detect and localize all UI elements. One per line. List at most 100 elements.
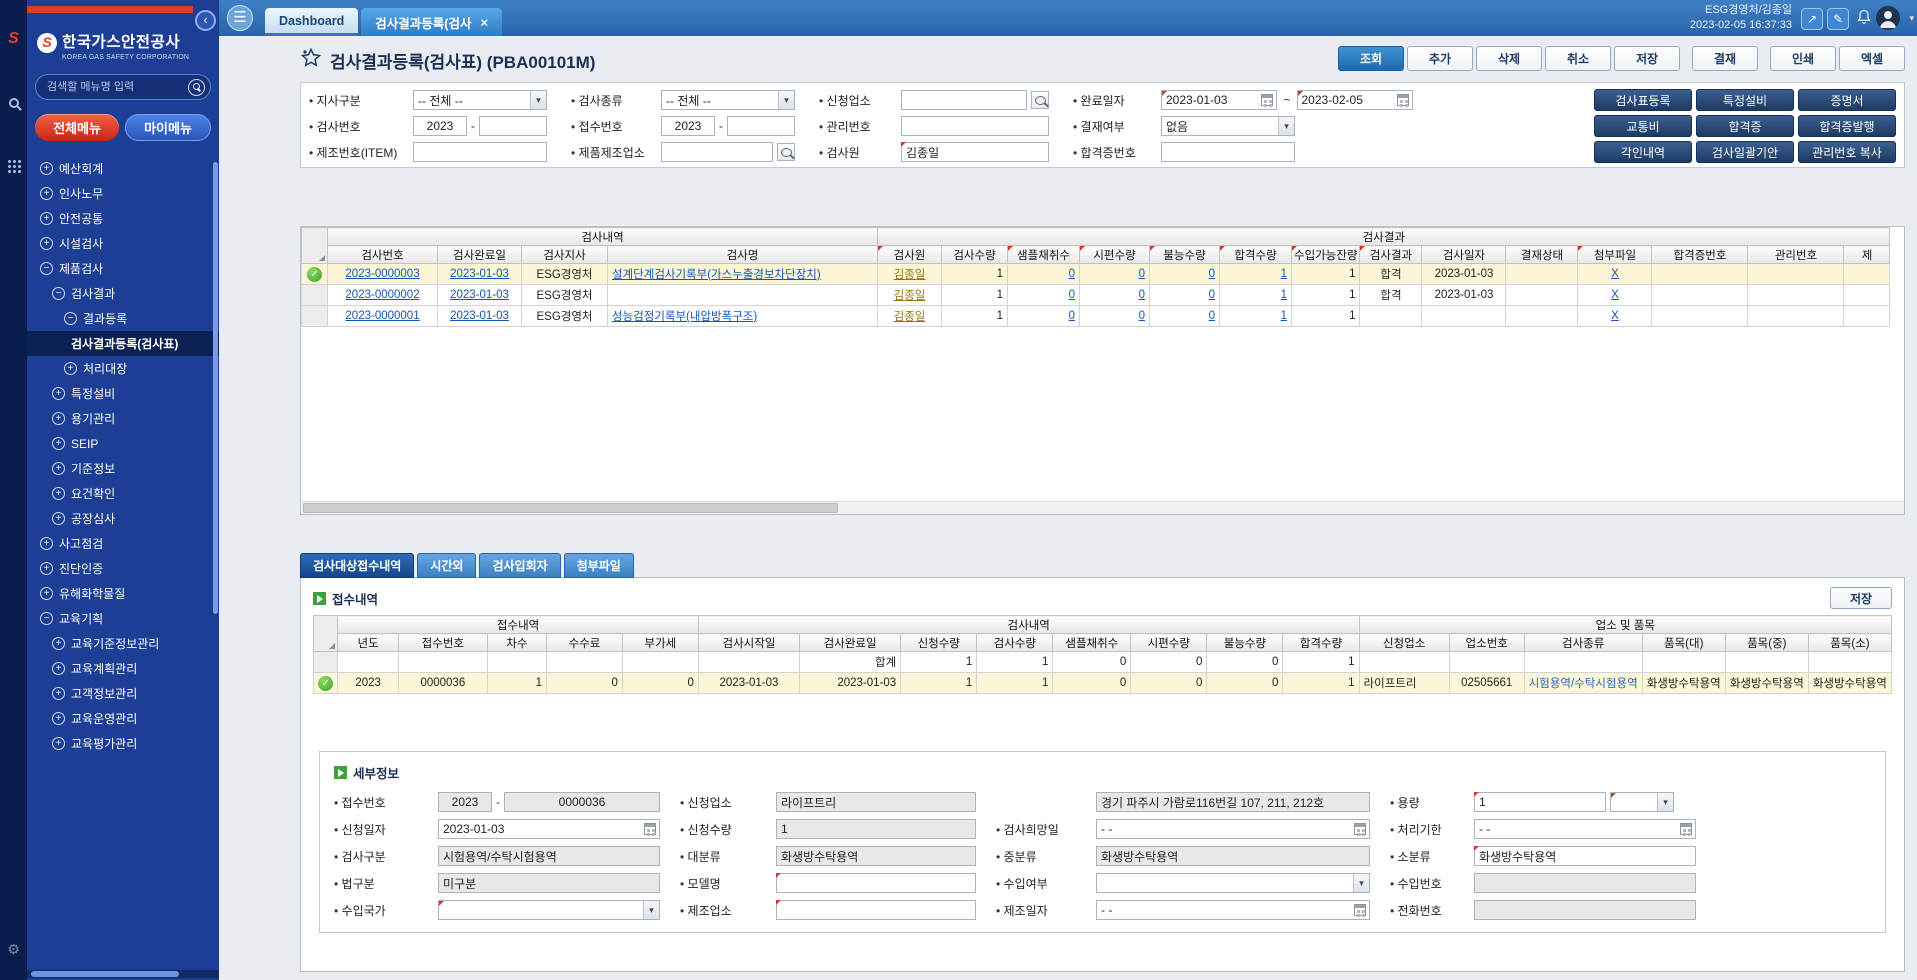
text-field[interactable] — [1096, 846, 1370, 866]
column-header[interactable]: 제 — [1844, 246, 1890, 264]
sidebar-item[interactable]: −검사결과 — [27, 281, 219, 306]
table-row[interactable]: ✓2023-00000032023-01-03ESG경영처설계단계검사기록부(가… — [302, 264, 1890, 285]
sidebar-item[interactable]: +예산회계 — [27, 156, 219, 181]
column-header[interactable]: 년도 — [338, 634, 399, 652]
plus-circle-icon[interactable]: + — [52, 737, 65, 750]
plus-circle-icon[interactable]: + — [52, 512, 65, 525]
text-field[interactable] — [776, 900, 976, 920]
date-field[interactable]: - - — [1474, 819, 1696, 839]
search-icon[interactable] — [1031, 91, 1049, 109]
plus-circle-icon[interactable]: + — [40, 237, 53, 250]
text-field[interactable] — [1161, 142, 1295, 162]
cell-link[interactable]: 0 — [1209, 289, 1215, 301]
column-header[interactable]: 시편수량 — [1131, 634, 1207, 652]
column-header[interactable]: 합격수량 — [1220, 246, 1292, 264]
date-field[interactable]: - - — [1096, 900, 1370, 920]
favorite-star-icon[interactable] — [300, 47, 322, 74]
plus-circle-icon[interactable]: + — [52, 712, 65, 725]
column-header[interactable]: 불능수량 — [1150, 246, 1220, 264]
cell-link[interactable]: 설계단계검사기록부(가스누출경보차단장치) — [612, 269, 821, 281]
cell[interactable]: 2023-01-03 — [438, 306, 522, 327]
plus-circle-icon[interactable]: + — [52, 387, 65, 400]
table-row[interactable]: 합계110001 — [314, 652, 1892, 673]
menu-search-icon[interactable] — [188, 79, 205, 96]
calendar-icon[interactable] — [644, 823, 656, 835]
plus-circle-icon[interactable]: + — [40, 537, 53, 550]
cell[interactable]: 0 — [1150, 285, 1220, 306]
toolbar-button[interactable]: 엑셀 — [1839, 46, 1905, 71]
plus-circle-icon[interactable]: + — [52, 662, 65, 675]
cell-link[interactable]: 0 — [1069, 310, 1075, 322]
select-field[interactable]: -- 전체 --▾ — [413, 90, 547, 110]
column-header[interactable]: 검사결과 — [1360, 246, 1422, 264]
toolbar-button[interactable]: 조회 — [1338, 46, 1404, 71]
toolbar-button[interactable]: 저장 — [1614, 46, 1680, 71]
cell-link[interactable]: 2023-01-03 — [450, 268, 509, 280]
table-row[interactable]: 2023-00000012023-01-03ESG경영처성능검정기록부(내압방폭… — [302, 306, 1890, 327]
cell[interactable]: X — [1578, 264, 1652, 285]
row-marker[interactable]: ✓ — [314, 673, 338, 694]
plus-circle-icon[interactable]: + — [52, 687, 65, 700]
tab-0[interactable]: Dashboard — [265, 8, 358, 36]
toolbar-button[interactable]: 추가 — [1407, 46, 1473, 71]
number-suffix-field[interactable] — [727, 116, 795, 136]
plus-circle-icon[interactable]: + — [40, 562, 53, 575]
cell-link[interactable]: 2023-0000002 — [345, 289, 419, 301]
action-button[interactable]: 합격증 — [1696, 115, 1794, 137]
text-field[interactable] — [1096, 792, 1370, 812]
column-header[interactable]: 첨부파일 — [1578, 246, 1652, 264]
cell-link[interactable]: 0 — [1139, 289, 1145, 301]
plus-circle-icon[interactable]: + — [64, 362, 77, 375]
number-prefix-field[interactable] — [413, 116, 467, 136]
column-header[interactable]: 부가세 — [622, 634, 698, 652]
sidebar-item[interactable]: +교육기준정보관리 — [27, 631, 219, 656]
cell-link[interactable]: 1 — [1281, 289, 1287, 301]
column-header[interactable]: 검사일자 — [1422, 246, 1506, 264]
column-header[interactable]: 검사지사 — [522, 246, 608, 264]
sidebar-item[interactable]: +진단인증 — [27, 556, 219, 581]
cell[interactable]: 김종일 — [878, 264, 942, 285]
gear-icon[interactable]: ⚙ — [0, 941, 27, 958]
cell-link[interactable]: X — [1611, 310, 1619, 322]
row-marker[interactable]: ✓ — [302, 264, 328, 285]
column-header[interactable]: 수입가능잔량 — [1292, 246, 1360, 264]
cell[interactable]: X — [1578, 306, 1652, 327]
column-header[interactable]: 결재상태 — [1506, 246, 1578, 264]
column-header[interactable]: 접수번호 — [398, 634, 487, 652]
plus-circle-icon[interactable]: + — [52, 412, 65, 425]
text-field[interactable] — [1474, 792, 1606, 812]
cell[interactable]: 2023-01-03 — [438, 264, 522, 285]
sidebar-item[interactable]: +용기관리 — [27, 406, 219, 431]
column-header[interactable]: 검사번호 — [328, 246, 438, 264]
cell-link[interactable]: 0 — [1209, 310, 1215, 322]
plus-circle-icon[interactable]: + — [52, 637, 65, 650]
sidebar-collapse-button[interactable]: ‹ — [195, 10, 216, 31]
text-field[interactable] — [901, 142, 1049, 162]
column-header[interactable]: 불능수량 — [1207, 634, 1283, 652]
hamburger-menu-icon[interactable]: ☰ — [227, 5, 253, 31]
column-header[interactable]: 검사명 — [608, 246, 878, 264]
cell-link[interactable]: 2023-0000003 — [345, 268, 419, 280]
text-field[interactable] — [776, 792, 976, 812]
cell-link[interactable]: 2023-01-03 — [450, 289, 509, 301]
column-header[interactable]: 합격수량 — [1283, 634, 1359, 652]
column-header[interactable]: 검사종류 — [1524, 634, 1642, 652]
bottom-tab[interactable]: 검사대상접수내역 — [300, 553, 414, 578]
cell[interactable]: X — [1578, 285, 1652, 306]
calendar-icon[interactable] — [1261, 94, 1273, 106]
plus-circle-icon[interactable]: + — [52, 487, 65, 500]
toolbar-button[interactable]: 삭제 — [1476, 46, 1542, 71]
cell[interactable]: 2023-0000002 — [328, 285, 438, 306]
calendar-icon[interactable] — [1680, 823, 1692, 835]
text-field[interactable] — [776, 873, 976, 893]
sidebar-item[interactable]: +시설검사 — [27, 231, 219, 256]
notifications-bell-icon[interactable] — [1856, 9, 1872, 31]
column-header[interactable]: 수수료 — [546, 634, 622, 652]
column-header[interactable]: 검사수량 — [977, 634, 1053, 652]
cell[interactable]: 김종일 — [878, 306, 942, 327]
chevron-down-icon[interactable]: ▾ — [1909, 13, 1914, 24]
sidebar-item[interactable]: +안전공통 — [27, 206, 219, 231]
plus-circle-icon[interactable]: + — [40, 212, 53, 225]
plus-circle-icon[interactable]: + — [52, 462, 65, 475]
number-suffix-field[interactable] — [504, 792, 660, 812]
